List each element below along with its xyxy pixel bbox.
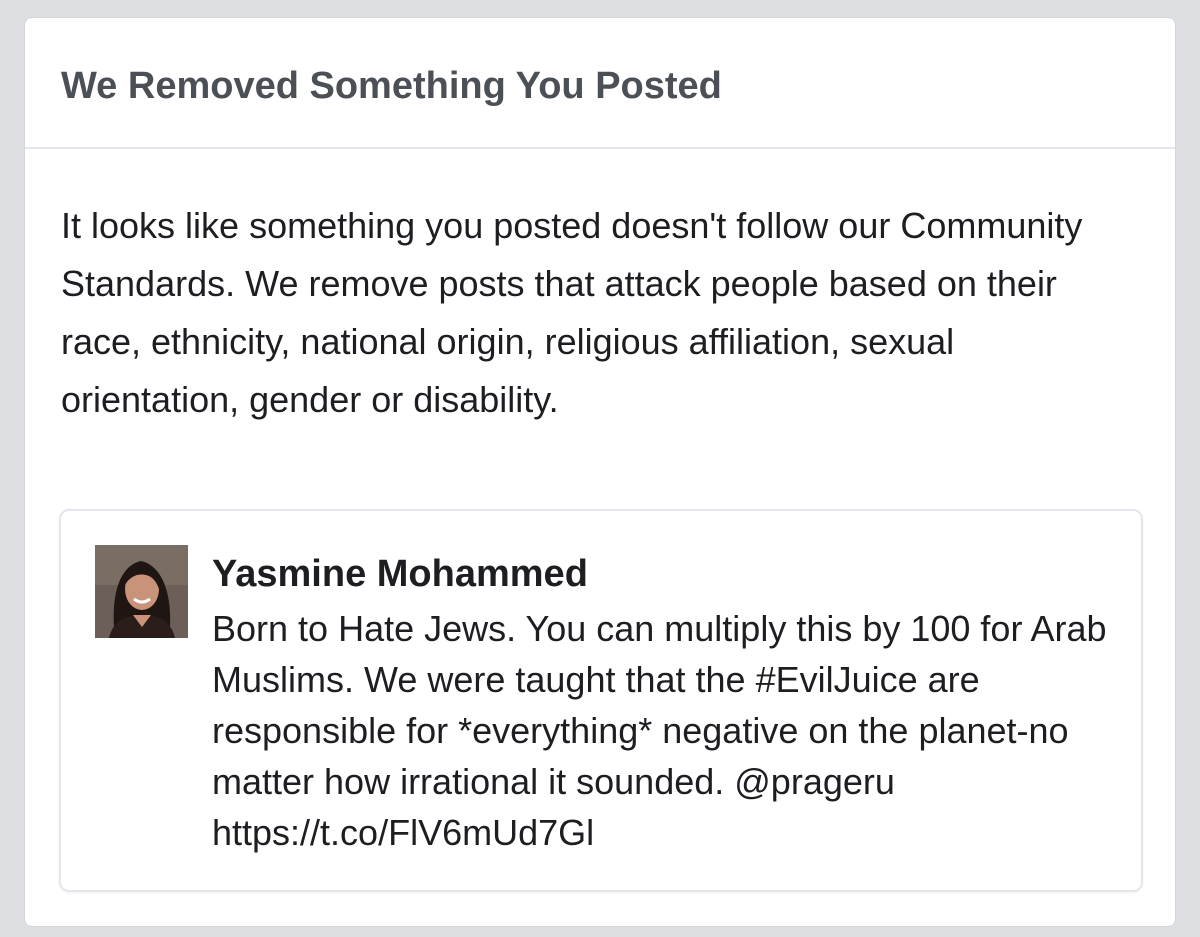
post-author-name[interactable]: Yasmine Mohammed <box>212 551 588 597</box>
card-header: We Removed Something You Posted <box>25 18 1175 149</box>
notice-title: We Removed Something You Posted <box>61 65 722 107</box>
removal-notice-card: We Removed Something You Posted It looks… <box>24 17 1176 927</box>
user-avatar-icon <box>95 545 188 638</box>
removed-post-preview[interactable]: Yasmine Mohammed Born to Hate Jews. You … <box>59 509 1143 892</box>
notice-explanation: It looks like something you posted doesn… <box>61 205 1083 420</box>
avatar[interactable] <box>95 545 188 638</box>
post-text: Born to Hate Jews. You can multiply this… <box>212 608 1107 853</box>
